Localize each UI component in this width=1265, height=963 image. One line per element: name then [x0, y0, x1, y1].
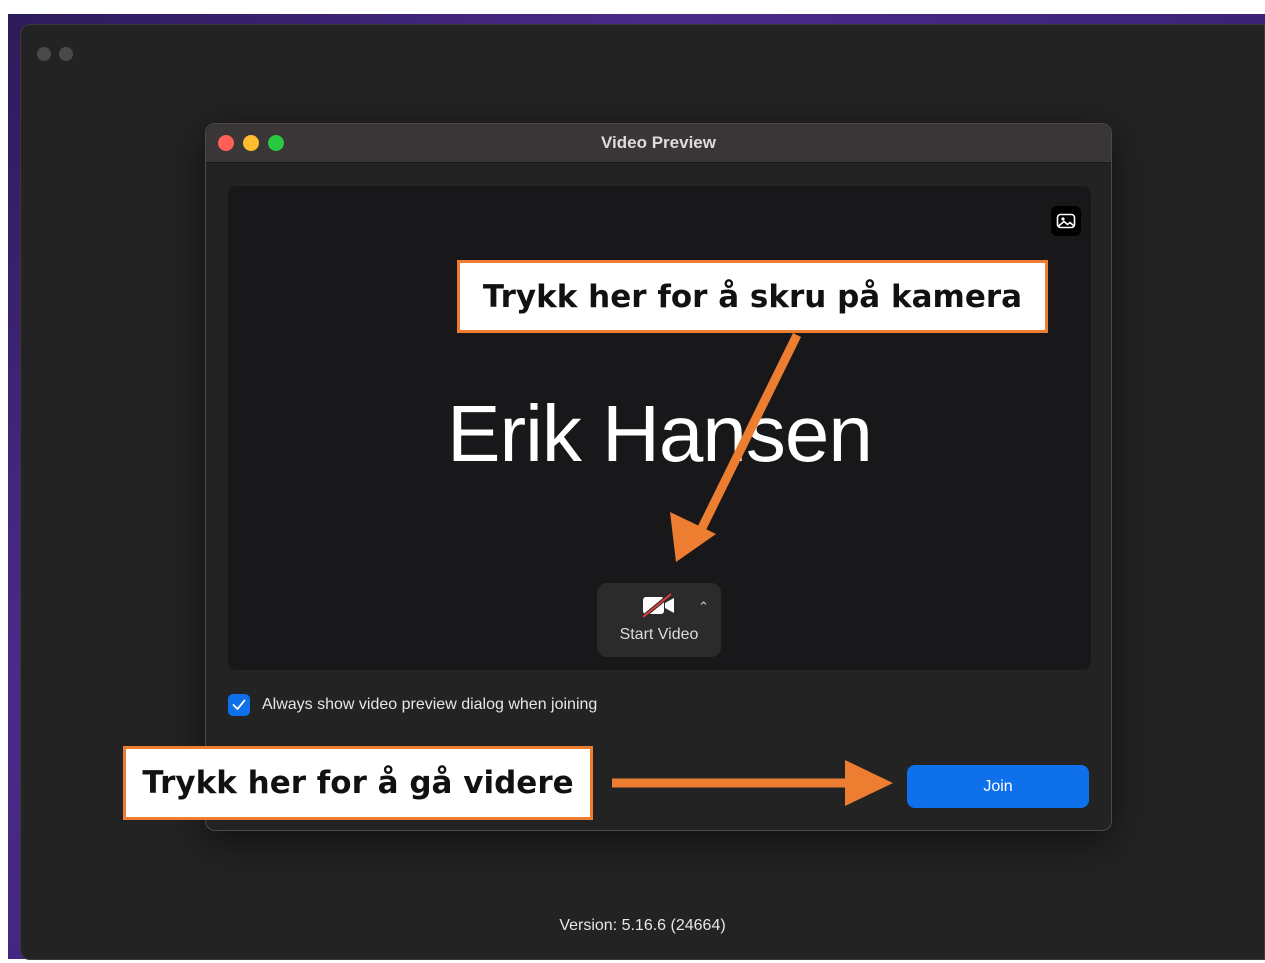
- video-preview-dialog: Video Preview Erik Hansen ⌃ Start Video: [205, 123, 1112, 831]
- image-icon: [1056, 213, 1076, 229]
- start-video-button[interactable]: ⌃ Start Video: [597, 583, 721, 657]
- chevron-up-icon[interactable]: ⌃: [698, 599, 709, 615]
- participant-name: Erik Hansen: [447, 389, 873, 478]
- camera-hint-callout: Trykk her for å skru på kamera: [457, 260, 1048, 333]
- start-video-label: Start Video: [619, 626, 699, 643]
- always-show-preview-checkbox[interactable]: [228, 694, 250, 716]
- checkbox-label: Always show video preview dialog when jo…: [262, 696, 598, 713]
- join-button[interactable]: Join: [907, 765, 1089, 808]
- dialog-titlebar: Video Preview: [206, 124, 1111, 163]
- video-off-icon: [641, 593, 674, 619]
- background-button[interactable]: [1051, 206, 1081, 236]
- checkmark-icon: [232, 699, 246, 710]
- always-show-preview-option[interactable]: Always show video preview dialog when jo…: [228, 694, 597, 716]
- main-window-controls: [37, 47, 73, 61]
- minimize-dot-inactive[interactable]: [59, 47, 73, 61]
- version-label: Version: 5.16.6 (24664): [559, 917, 726, 934]
- video-preview-area: Erik Hansen ⌃ Start Video: [228, 186, 1091, 670]
- join-hint-callout: Trykk her for å gå videre: [123, 746, 593, 820]
- dialog-title: Video Preview: [601, 133, 716, 152]
- close-dot-inactive[interactable]: [37, 47, 51, 61]
